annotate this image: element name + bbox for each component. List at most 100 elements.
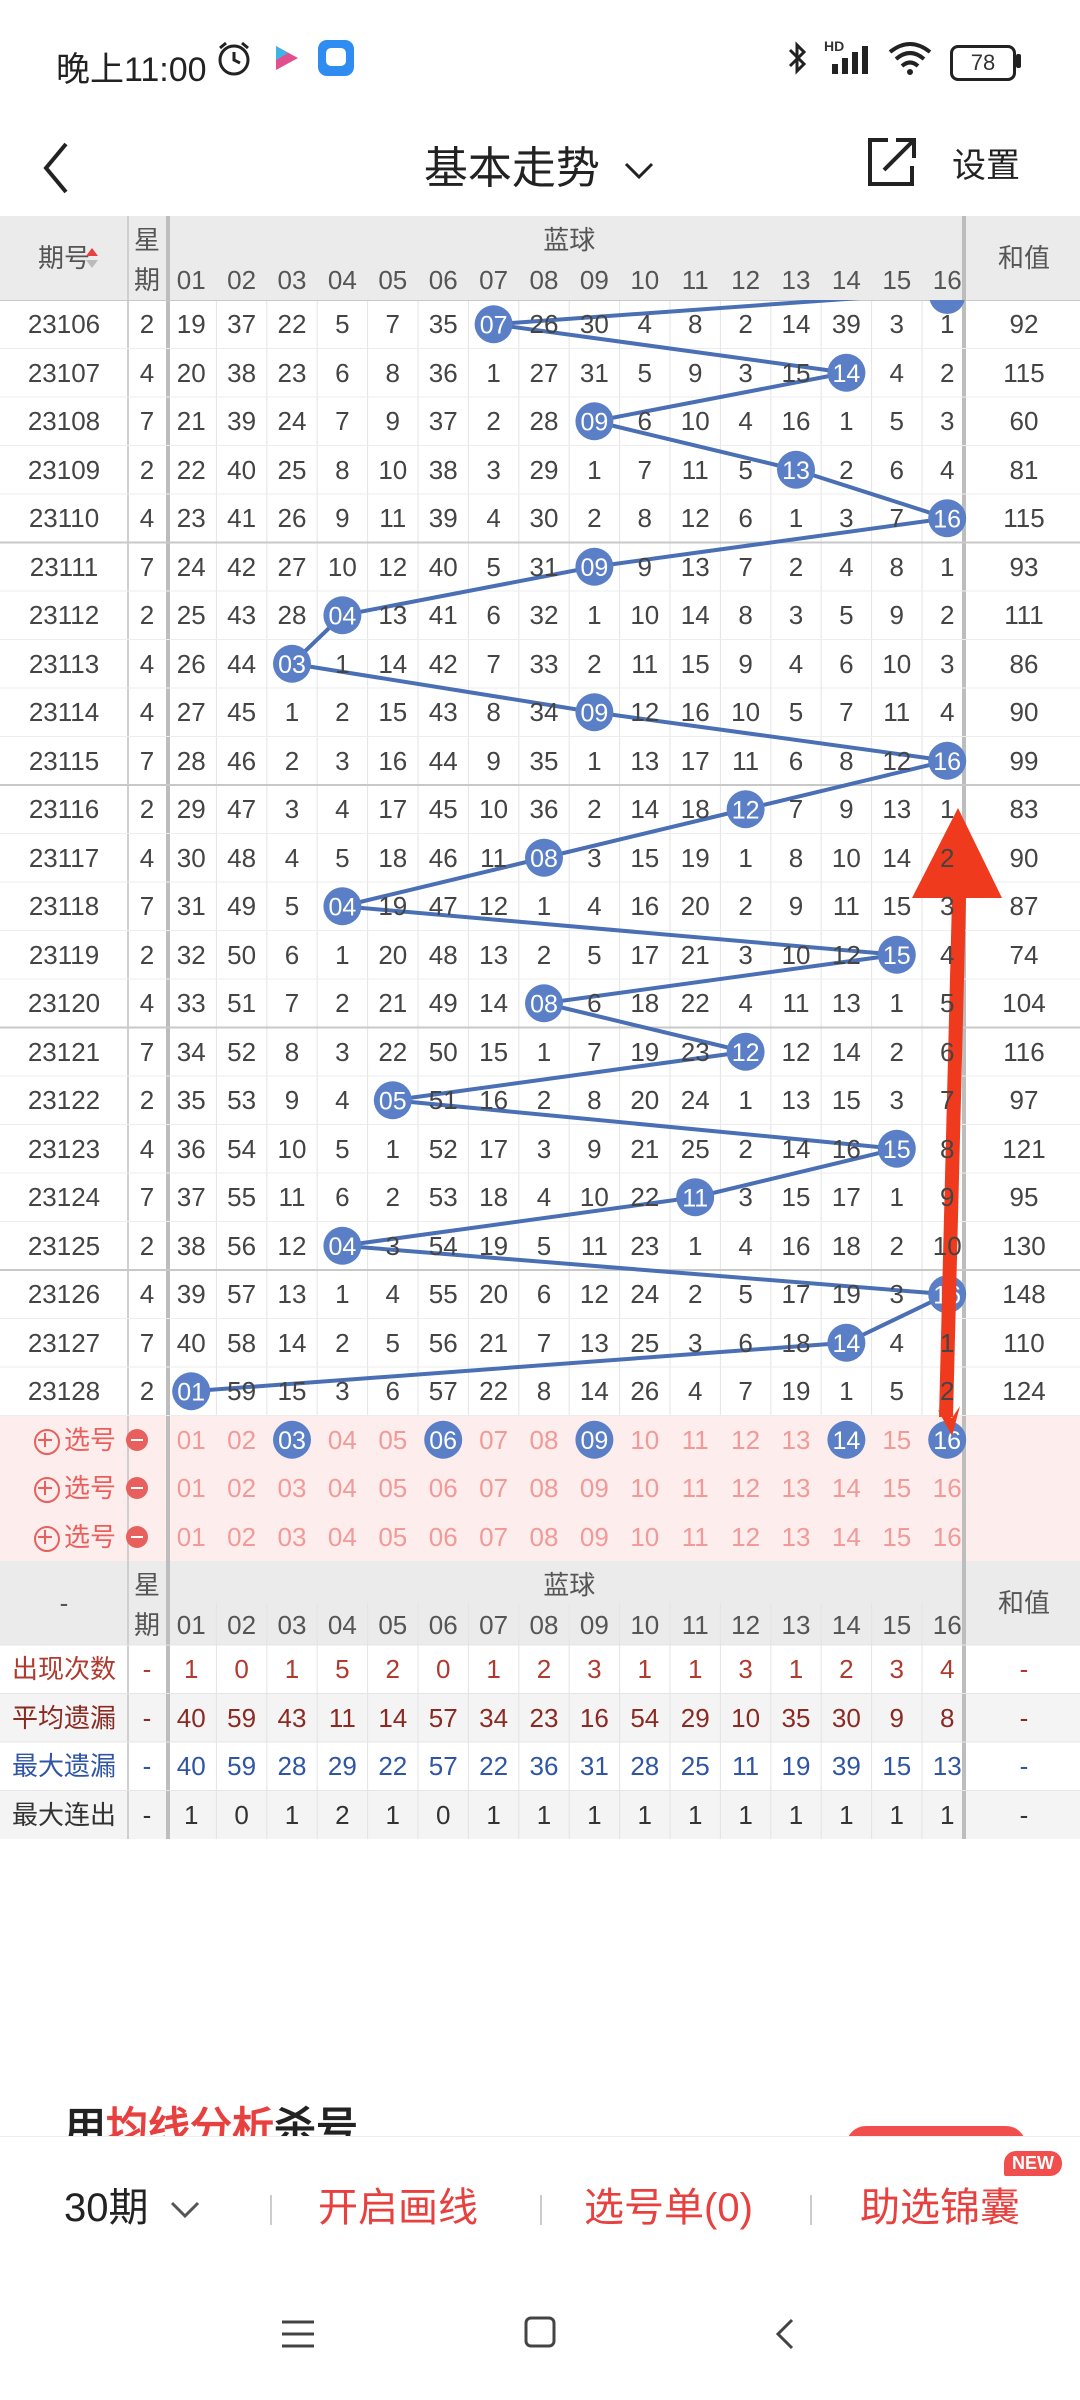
- select-number[interactable]: 02: [216, 1416, 266, 1464]
- select-number[interactable]: 05: [368, 1416, 418, 1464]
- sum-cell: 97: [1009, 1085, 1039, 1115]
- select-number[interactable]: 09: [569, 1513, 619, 1561]
- stats-value-cell: 43: [277, 1702, 307, 1733]
- period-select[interactable]: 30期: [64, 2175, 202, 2233]
- select-number[interactable]: 13: [771, 1464, 821, 1512]
- miss-cell: 27: [277, 551, 307, 582]
- select-number[interactable]: 15: [872, 1416, 922, 1464]
- number-header: 09: [579, 265, 609, 295]
- select-number[interactable]: 08: [519, 1416, 569, 1464]
- select-number[interactable]: 01: [166, 1513, 216, 1561]
- menu-icon[interactable]: [278, 2316, 318, 2352]
- home-icon[interactable]: [522, 2314, 558, 2350]
- selected-ball-number: 06: [429, 1427, 457, 1455]
- stats-week-cell: -: [142, 1799, 152, 1830]
- select-number[interactable]: 04: [317, 1513, 367, 1561]
- select-number[interactable]: 04: [317, 1464, 367, 1512]
- minus-icon: [131, 1438, 143, 1441]
- week-cell: 2: [139, 600, 155, 630]
- select-number[interactable]: 13: [771, 1513, 821, 1561]
- miss-cell: 31: [529, 551, 559, 582]
- stats-sum-cell: -: [1019, 1702, 1029, 1733]
- plus-icon[interactable]: [34, 1428, 60, 1455]
- select-number[interactable]: 10: [620, 1513, 670, 1561]
- select-number[interactable]: 08: [519, 1513, 569, 1561]
- select-number[interactable]: 11: [670, 1464, 720, 1512]
- hit-ball-number: 15: [883, 1136, 911, 1164]
- miss-cell: 6: [385, 1376, 401, 1406]
- miss-cell: 49: [227, 891, 257, 921]
- select-number[interactable]: 07: [468, 1464, 518, 1512]
- miss-cell: 2: [587, 503, 602, 533]
- assist-button[interactable]: 助选锦囊: [860, 2175, 1020, 2233]
- back-nav-icon[interactable]: [770, 2314, 800, 2354]
- miss-cell: 12: [781, 1036, 811, 1067]
- select-number[interactable]: 09: [569, 1464, 619, 1512]
- promo-card[interactable]: 用均线分析杀号: [0, 2068, 1060, 2138]
- selection-list-button[interactable]: 选号单(0): [584, 2175, 753, 2233]
- select-number[interactable]: 12: [720, 1416, 770, 1464]
- miss-cell: 55: [428, 1279, 458, 1309]
- select-number[interactable]: 05: [368, 1464, 418, 1512]
- miss-cell: 43: [227, 600, 257, 630]
- select-number[interactable]: 03: [267, 1513, 317, 1561]
- week-cell: 2: [139, 1230, 155, 1261]
- hit-ball-number: 09: [580, 554, 608, 582]
- select-number[interactable]: 14: [821, 1513, 871, 1561]
- stats-value-cell: 39: [831, 1751, 861, 1781]
- stats-value-cell: 40: [176, 1702, 206, 1733]
- stats-value-cell: 11: [328, 1702, 356, 1733]
- plus-icon[interactable]: [34, 1477, 60, 1503]
- settings-button[interactable]: 设置: [952, 138, 1020, 187]
- select-number[interactable]: 13: [771, 1416, 821, 1464]
- sort-icon[interactable]: [86, 248, 98, 256]
- select-number[interactable]: 12: [720, 1464, 770, 1512]
- share-icon[interactable]: [860, 126, 920, 196]
- select-number[interactable]: 10: [620, 1416, 670, 1464]
- select-number[interactable]: 02: [216, 1513, 266, 1561]
- select-number[interactable]: 15: [872, 1513, 922, 1561]
- select-number[interactable]: 05: [368, 1513, 418, 1561]
- chevron-down-icon: [170, 2202, 199, 2219]
- miss-cell: 16: [630, 891, 660, 921]
- select-number[interactable]: 11: [670, 1416, 720, 1464]
- select-number[interactable]: 14: [821, 1464, 871, 1512]
- select-number[interactable]: 08: [519, 1464, 569, 1512]
- select-number[interactable]: 12: [720, 1513, 770, 1561]
- period-cell: 23123: [27, 1133, 101, 1164]
- col-week-header: 期: [133, 1610, 160, 1640]
- number-header: 03: [277, 1610, 307, 1640]
- select-number[interactable]: 04: [317, 1416, 367, 1464]
- select-number[interactable]: 16: [922, 1513, 972, 1561]
- miss-cell: 9: [335, 503, 350, 533]
- select-number[interactable]: 11: [670, 1513, 720, 1561]
- select-number[interactable]: 02: [216, 1464, 266, 1512]
- miss-cell: 37: [428, 406, 458, 436]
- miss-cell: 48: [428, 939, 458, 970]
- select-number[interactable]: 07: [468, 1513, 518, 1561]
- select-number[interactable]: 01: [166, 1416, 216, 1464]
- miss-cell: 4: [889, 357, 905, 388]
- select-number[interactable]: 15: [872, 1464, 922, 1512]
- period-cell: 23118: [28, 891, 100, 921]
- plus-icon[interactable]: [34, 1525, 60, 1552]
- draw-line-button[interactable]: 开启画线: [318, 2175, 478, 2233]
- miss-cell: 22: [378, 1036, 408, 1067]
- select-number[interactable]: 16: [922, 1464, 972, 1512]
- miss-cell: 47: [428, 891, 458, 921]
- select-number[interactable]: 06: [418, 1464, 468, 1512]
- select-number[interactable]: 07: [468, 1416, 518, 1464]
- select-number[interactable]: 03: [267, 1464, 317, 1512]
- select-number[interactable]: 10: [620, 1464, 670, 1512]
- stats-value-cell: 36: [529, 1751, 559, 1781]
- select-number[interactable]: 06: [418, 1513, 468, 1561]
- miss-cell: 17: [479, 1133, 509, 1164]
- stats-value-cell: 1: [183, 1799, 199, 1830]
- miss-cell: 20: [378, 939, 408, 970]
- miss-cell: 41: [227, 503, 257, 533]
- sum-cell: 124: [1002, 1376, 1046, 1406]
- miss-cell: 7: [486, 648, 501, 679]
- period-cell: 23109: [27, 454, 101, 485]
- miss-cell: 21: [378, 988, 408, 1018]
- select-number[interactable]: 01: [166, 1464, 216, 1512]
